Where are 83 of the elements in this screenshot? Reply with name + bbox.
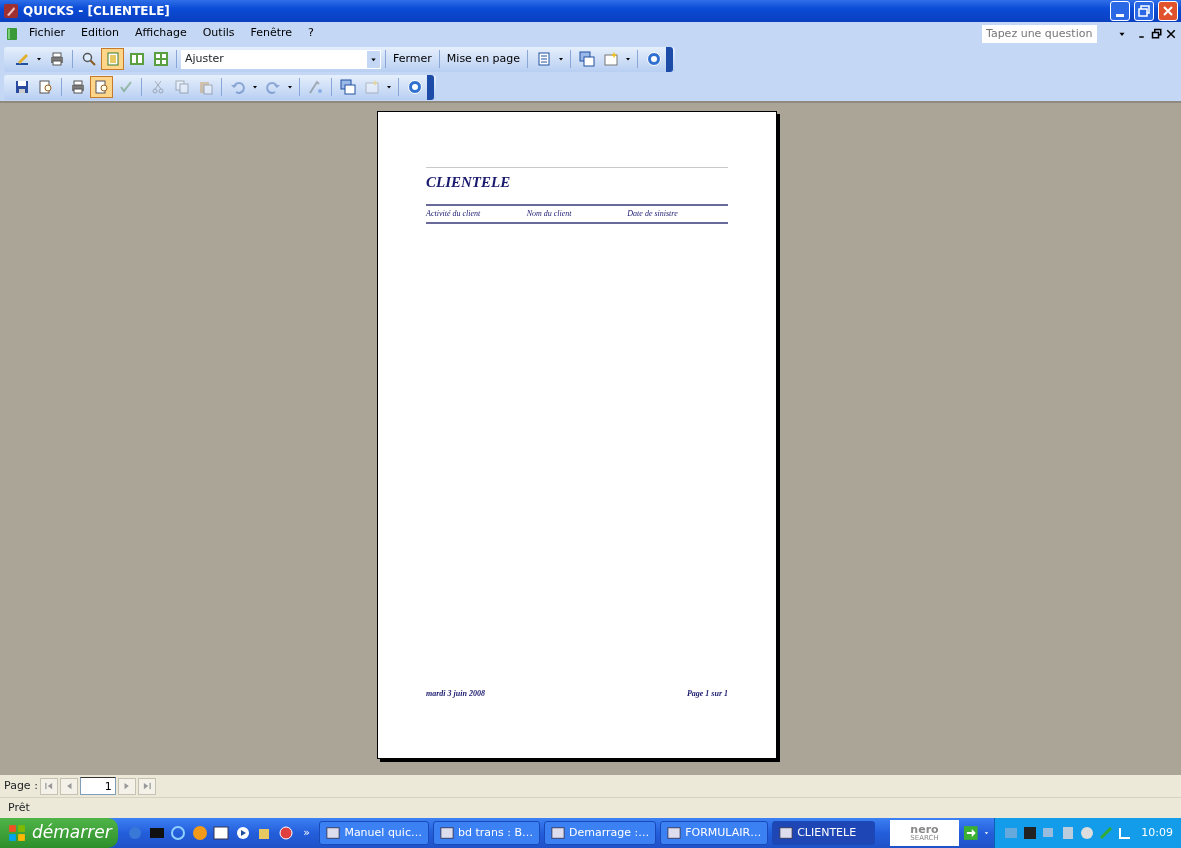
- page-label: Page :: [4, 777, 38, 794]
- last-page-button[interactable]: [137, 777, 156, 795]
- undo-icon: [229, 79, 246, 95]
- report-title: CLIENTELE: [426, 173, 512, 192]
- new-object-icon: [363, 79, 380, 95]
- app-icon[interactable]: [277, 825, 294, 841]
- help-icon: [645, 51, 662, 67]
- clock: 10:09: [1141, 824, 1173, 841]
- taskbar-button[interactable]: bd trans : B…: [432, 821, 540, 845]
- page-button[interactable]: [101, 48, 124, 70]
- menu-item[interactable]: ?: [301, 24, 321, 43]
- restore-icon[interactable]: [1151, 27, 1163, 40]
- window-icon: [439, 826, 454, 840]
- minimize-button[interactable]: [1110, 1, 1130, 21]
- preview-icon: [93, 79, 110, 95]
- toolbar-button[interactable]: Mise en page: [443, 48, 524, 70]
- flag-icon: [8, 824, 26, 842]
- status-text: Prêt: [8, 799, 30, 816]
- close-icon[interactable]: [1165, 27, 1177, 40]
- redo-icon: [264, 79, 281, 95]
- column-header: Date de sinistre: [627, 207, 679, 220]
- menu-item[interactable]: Affichage: [128, 24, 194, 43]
- page-number: Page 1 sur 1: [686, 688, 728, 700]
- magnifier-icon: [80, 51, 97, 67]
- report-date: mardi 3 juin 2008: [426, 688, 485, 700]
- multi-page-icon: [152, 51, 169, 67]
- minimize-icon[interactable]: [1116, 13, 1124, 17]
- spellcheck-icon: [117, 79, 134, 95]
- tray-icon[interactable]: [1021, 825, 1038, 841]
- app-icon[interactable]: [191, 825, 208, 841]
- close-button[interactable]: [1158, 1, 1178, 21]
- next-page-button[interactable]: [117, 777, 136, 795]
- first-page-icon: [43, 781, 54, 791]
- taskbar-button[interactable]: CLIENTELE: [772, 821, 875, 845]
- previous-page-button[interactable]: [59, 777, 78, 795]
- first-page-button[interactable]: [39, 777, 58, 795]
- scissors-icon: [149, 79, 166, 95]
- console-icon[interactable]: [148, 825, 165, 841]
- taskbar-button[interactable]: Demarrage :…: [543, 821, 657, 845]
- pen-icon: [13, 51, 30, 67]
- windows-icon: [339, 79, 356, 95]
- menu-item[interactable]: Edition: [73, 24, 126, 43]
- toolbar-options-handle[interactable]: [666, 46, 674, 72]
- page-number-field[interactable]: 1: [79, 777, 116, 795]
- window-icon: [550, 826, 565, 840]
- window-icon[interactable]: [213, 825, 230, 841]
- windows-icon: [578, 51, 595, 67]
- preview-button[interactable]: [90, 76, 113, 98]
- app-icon: [3, 3, 19, 19]
- printer-icon: [48, 51, 65, 67]
- restore-icon: [1136, 3, 1152, 19]
- window-icon: [667, 826, 682, 840]
- menu-item[interactable]: Fenêtre: [243, 24, 300, 43]
- save-icon: [13, 79, 30, 95]
- browser-icon[interactable]: [170, 825, 187, 841]
- media-player-icon[interactable]: [234, 825, 251, 841]
- window-icon: [326, 826, 341, 840]
- document-icon: [535, 51, 552, 67]
- more-button[interactable]: »: [303, 824, 310, 842]
- page-icon: [104, 51, 121, 67]
- toolbar-button[interactable]: Fermer: [390, 48, 435, 70]
- taskbar-button[interactable]: Manuel quic…: [319, 821, 429, 845]
- help-icon: [406, 79, 423, 95]
- window-title: QUICKS - [CLIENTELE]: [23, 3, 170, 20]
- menu-item[interactable]: Outils: [195, 24, 242, 43]
- window-icon: [779, 826, 794, 840]
- taskbar-button[interactable]: FORMULAIR…: [660, 821, 769, 845]
- tray-icon[interactable]: [1116, 825, 1133, 841]
- copy-icon: [173, 79, 190, 95]
- printer-icon: [69, 79, 86, 95]
- column-header: Activité du client: [426, 207, 482, 220]
- paste-icon: [197, 79, 214, 95]
- menu-item[interactable]: Fichier: [22, 24, 72, 43]
- column-header: Nom du client: [526, 207, 573, 220]
- last-page-icon: [141, 781, 152, 791]
- zoom-dropdown[interactable]: Ajuster: [181, 49, 381, 69]
- book-icon: [4, 25, 20, 42]
- two-pages-icon: [128, 51, 145, 67]
- restore-button[interactable]: [1134, 1, 1154, 21]
- new-object-icon: [602, 51, 619, 67]
- help-search-field[interactable]: Tapez une question: [982, 24, 1097, 43]
- preview-icon: [37, 79, 54, 95]
- toolbar-options-handle[interactable]: [427, 74, 434, 100]
